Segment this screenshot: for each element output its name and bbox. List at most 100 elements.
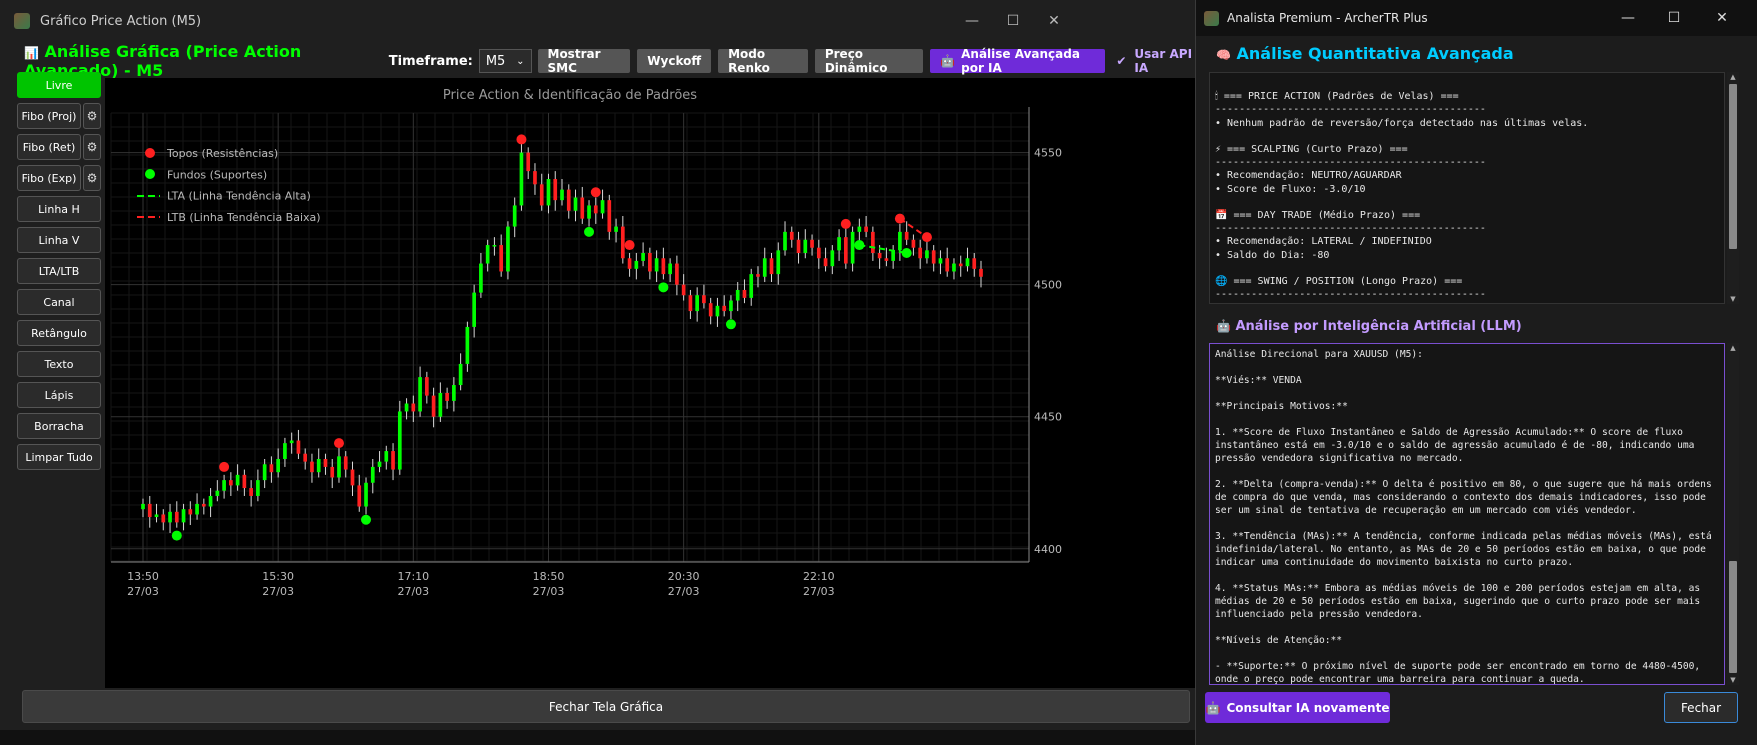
candle-body	[465, 326, 470, 364]
ai-title-text: Análise por Inteligência Artificial (LLM…	[1235, 319, 1522, 334]
chevron-down-icon: ⌄	[516, 55, 525, 67]
tool-fibo-proj[interactable]: Fibo (Proj)	[17, 103, 81, 129]
candle-body	[431, 395, 436, 417]
candle-body	[384, 451, 389, 462]
wyckoff-button[interactable]: Wyckoff	[637, 49, 712, 73]
close-button[interactable]: Fechar	[1664, 692, 1738, 723]
candle-body	[283, 443, 287, 459]
candle-body	[147, 503, 152, 518]
show-smc-button[interactable]: Mostrar SMC	[537, 47, 631, 75]
robot-icon: 🤖	[1205, 700, 1221, 715]
minimize-button[interactable]: —	[1606, 0, 1650, 36]
ai-scrollbar[interactable]: ▲ ▼	[1727, 343, 1739, 685]
chart-canvas[interactable]: Price Action & Identificação de Padrões 4…	[105, 78, 1195, 688]
close-chart-button[interactable]: Fechar Tela Gráfica	[22, 690, 1190, 723]
scroll-thumb[interactable]	[1729, 561, 1737, 673]
candle-body	[154, 514, 159, 518]
tool-horizontal-line[interactable]: Linha H	[17, 196, 101, 222]
candle-body	[925, 250, 929, 259]
candle-body	[837, 237, 841, 251]
tool-clear-all[interactable]: Limpar Tudo	[17, 444, 101, 470]
y-tick-label: 4550	[1034, 147, 1062, 160]
candle-body	[222, 480, 226, 491]
price-chart[interactable]: Price Action & Identificação de Padrões 4…	[105, 78, 1195, 688]
consult-ai-again-button[interactable]: 🤖 Consultar IA novamente	[1205, 692, 1390, 723]
x-tick-label: 17:10	[397, 570, 429, 583]
renko-mode-button[interactable]: Modo Renko	[718, 47, 808, 75]
bottom-marker	[658, 282, 669, 293]
maximize-button[interactable]: ☐	[990, 0, 1036, 42]
candle-body	[343, 456, 348, 470]
close-window-button[interactable]: ✕	[1700, 0, 1744, 36]
top-marker	[624, 240, 635, 251]
candle-body	[458, 363, 463, 386]
scroll-up-icon[interactable]: ▲	[1727, 343, 1739, 353]
candle-body	[519, 152, 524, 206]
scroll-thumb[interactable]	[1729, 84, 1737, 249]
candle-body	[323, 458, 328, 467]
ai-analysis-button[interactable]: 🤖 Análise Avançada por IA	[930, 47, 1106, 75]
candle-body	[296, 440, 301, 454]
candle-body	[661, 258, 666, 275]
x-tick-label: 27/03	[803, 585, 835, 598]
x-tick-label: 27/03	[127, 585, 159, 598]
tool-pencil[interactable]: Lápis	[17, 382, 101, 408]
gear-icon[interactable]: ⚙	[83, 103, 101, 129]
tool-eraser[interactable]: Borracha	[17, 413, 101, 439]
candle-body	[316, 458, 321, 473]
scroll-down-icon[interactable]: ▼	[1727, 675, 1739, 685]
candle-body	[695, 295, 700, 312]
close-window-button[interactable]: ✕	[1031, 0, 1077, 42]
tool-fibo-exp[interactable]: Fibo (Exp)	[17, 165, 81, 191]
candle-body	[289, 440, 294, 444]
candle-body	[506, 226, 510, 272]
bottom-marker	[584, 226, 595, 237]
tool-trendline[interactable]: LTA/LTB	[17, 258, 101, 284]
use-api-label: Usar API IA	[1134, 47, 1193, 75]
chart-title: Price Action & Identificação de Padrões	[443, 88, 697, 103]
ai-analysis-text: Análise Direcional para XAUUSD (M5): **V…	[1209, 343, 1725, 685]
gear-icon[interactable]: ⚙	[83, 134, 101, 160]
y-tick-label: 4500	[1034, 279, 1062, 292]
chart-window: Gráfico Price Action (M5) — ☐ ✕ 📊 Anális…	[0, 0, 1195, 745]
tool-free[interactable]: Livre	[17, 72, 101, 98]
candle-body	[627, 258, 632, 269]
maximize-button[interactable]: ☐	[1652, 0, 1696, 36]
candle-body	[884, 258, 889, 261]
tool-channel[interactable]: Canal	[17, 289, 101, 315]
x-tick-label: 27/03	[668, 585, 700, 598]
candle-body	[303, 453, 308, 462]
candle-body	[357, 485, 362, 507]
tool-vertical-line[interactable]: Linha V	[17, 227, 101, 253]
timeframe-label: Timeframe:	[388, 53, 473, 69]
top-marker	[219, 461, 230, 472]
candle-body	[492, 245, 497, 247]
minimize-button[interactable]: —	[949, 0, 995, 42]
candle-body	[350, 469, 355, 486]
bottom-marker	[361, 514, 372, 525]
candle-body	[675, 263, 679, 285]
robot-icon: 🤖	[940, 54, 956, 68]
tool-text[interactable]: Texto	[17, 351, 101, 377]
candle-body	[337, 456, 341, 478]
candle-body	[262, 464, 267, 481]
candle-body	[539, 184, 544, 206]
candle-body	[141, 503, 145, 510]
candle-body	[769, 258, 774, 275]
quant-scrollbar[interactable]: ▲ ▼	[1727, 72, 1739, 304]
candle-body	[256, 480, 260, 496]
timeframe-select[interactable]: M5 ⌄	[478, 49, 532, 73]
tool-rectangle[interactable]: Retângulo	[17, 320, 101, 346]
candle-body	[242, 474, 247, 489]
candle-body	[898, 231, 902, 251]
candle-body	[952, 263, 956, 272]
gear-icon[interactable]: ⚙	[83, 165, 101, 191]
dynamic-price-button[interactable]: Preço Dinâmico	[814, 47, 924, 75]
legend-entry: LTB (Linha Tendência Baixa)	[167, 211, 321, 224]
robot-icon: 🤖	[1216, 319, 1231, 333]
scroll-down-icon[interactable]: ▼	[1727, 294, 1739, 304]
use-api-checkbox[interactable]: ✔ Usar API IA	[1116, 47, 1195, 75]
tool-fibo-ret[interactable]: Fibo (Ret)	[17, 134, 81, 160]
chart-window-titlebar: Gráfico Price Action (M5) — ☐ ✕	[0, 0, 1195, 42]
scroll-up-icon[interactable]: ▲	[1727, 72, 1739, 82]
